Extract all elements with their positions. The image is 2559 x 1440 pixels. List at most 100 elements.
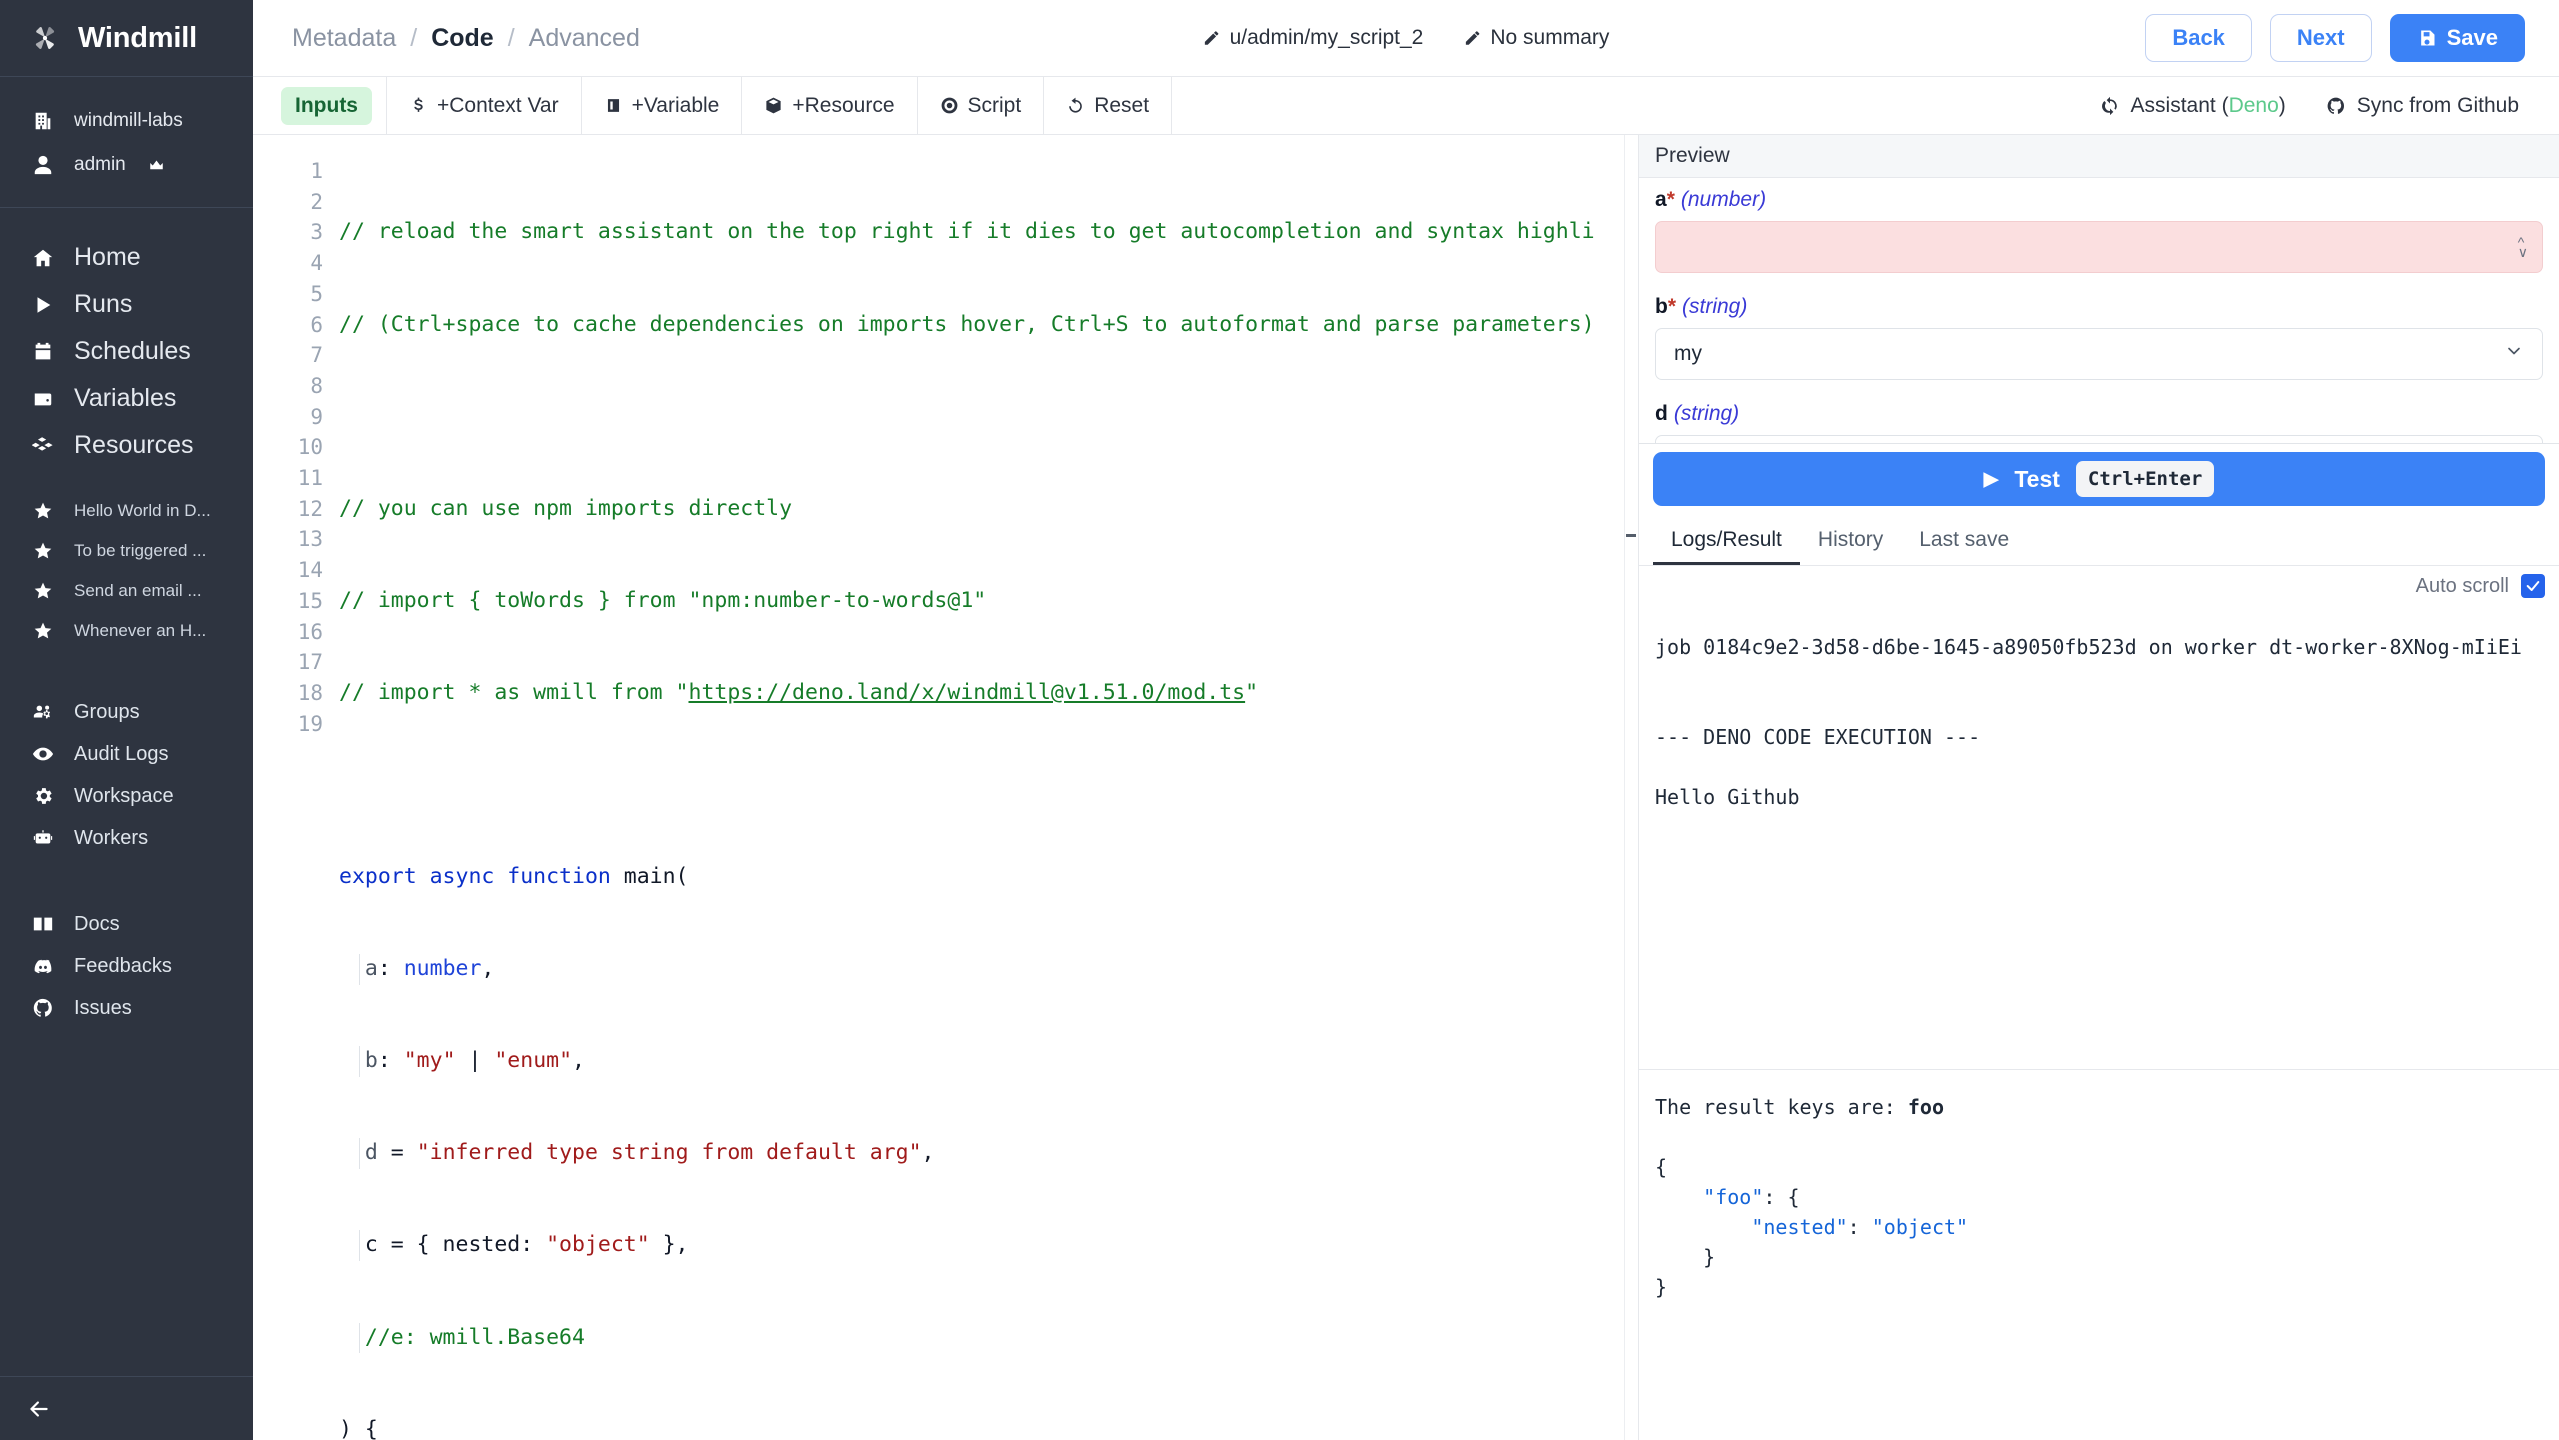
calendar-icon [30,339,56,365]
script-button[interactable]: Script [918,77,1045,134]
log-line-0: job 0184c9e2-3d58-d6be-1645-a89050fb523d… [1655,635,2522,659]
star-icon [30,498,56,524]
result-header-prefix: The result keys are: [1655,1095,1908,1119]
code-line-14: ) { [339,1415,1638,1440]
field-a: a*(number) ^∨ [1655,188,2543,273]
sidebar-item-home[interactable]: Home [0,234,253,281]
groups-icon [30,699,56,725]
code-line-2: // (Ctrl+space to cache dependencies on … [339,310,1638,341]
sidebar-item-issues[interactable]: Issues [0,987,253,1029]
play-icon: ▶ [1984,468,1999,491]
add-resource-button[interactable]: +Resource [742,77,917,134]
add-variable-button[interactable]: +Variable [582,77,743,134]
line-number: 16 [253,617,323,648]
preview-title: Preview [1639,135,2559,178]
assistant-label: Assistant (Deno) [2131,94,2286,118]
code-line-9: a: number, [339,954,1638,985]
result-json-value-nested: "object" [1872,1215,1968,1239]
tab-history[interactable]: History [1800,518,1901,565]
sync-from-github-button[interactable]: Sync from Github [2326,94,2519,118]
sidebar-item-groups[interactable]: Groups [0,691,253,733]
target-icon [940,96,959,115]
sidebar-item-feedbacks[interactable]: Feedbacks [0,945,253,987]
sidebar-collapse-button[interactable] [0,1376,253,1440]
deno-import-url[interactable]: https://deno.land/x/windmill@v1.51.0/mod… [689,680,1246,705]
test-button[interactable]: ▶ Test Ctrl+Enter [1653,452,2545,506]
breadcrumb-metadata[interactable]: Metadata [292,24,396,53]
scrollbar-marker [1626,534,1636,537]
sidebar-favorites: Hello World in D... To be triggered ... … [0,469,253,651]
sidebar-label-variables: Variables [74,384,176,413]
sidebar-item-schedules[interactable]: Schedules [0,328,253,375]
field-b-select[interactable]: my [1655,328,2543,380]
sidebar-favorite-0[interactable]: Hello World in D... [0,491,253,531]
sidebar-item-workspace-settings[interactable]: Workspace [0,775,253,817]
sidebar-favorite-2[interactable]: Send an email ... [0,571,253,611]
add-context-var-label: +Context Var [437,94,559,118]
sidebar-favorite-label-0: Hello World in D... [74,501,211,521]
assistant-button[interactable]: Assistant (Deno) [2100,94,2286,118]
sidebar-item-docs[interactable]: Docs [0,903,253,945]
code-editor[interactable]: 1 2 3 4 5 6 7 8 9 10 11 12 13 14 15 16 1 [253,135,1639,1440]
breadcrumb-code[interactable]: Code [431,24,494,53]
home-icon [30,245,56,271]
sidebar-item-workers[interactable]: Workers [0,817,253,859]
field-b-required: * [1668,295,1676,318]
assistant-label-text: Assistant ( [2131,94,2229,117]
code-line-7 [339,770,1638,801]
log-line-5: Hello Github [1655,785,1800,809]
log-line-3: --- DENO CODE EXECUTION --- [1655,725,1980,749]
add-context-var-button[interactable]: +Context Var [387,77,582,134]
sidebar-user-label: admin [74,154,126,176]
sidebar-favorite-1[interactable]: To be triggered ... [0,531,253,571]
back-button[interactable]: Back [2145,14,2252,62]
arrow-left-icon [26,1396,52,1422]
breadcrumb-advanced[interactable]: Advanced [529,24,640,53]
editor-content[interactable]: // reload the smart assistant on the top… [323,135,1638,1440]
sidebar-bottom-links: Docs Feedbacks Issues [0,859,253,1029]
sidebar-item-audit-logs[interactable]: Audit Logs [0,733,253,775]
code-line-13: //e: wmill.Base64 [339,1323,1638,1354]
code-line-6-prefix: // import * as wmill from " [339,680,689,705]
building-icon [30,108,56,134]
script-path-text: u/admin/my_script_2 [1230,26,1424,50]
sidebar-favorite-3[interactable]: Whenever an H... [0,611,253,651]
result-tabs: Logs/Result History Last save [1639,518,2559,566]
editor-scrollbar[interactable] [1624,135,1638,1440]
reset-button[interactable]: Reset [1044,77,1172,134]
number-stepper-icon[interactable]: ^∨ [2518,237,2528,257]
chevron-down-icon [2504,341,2524,367]
sidebar-label-resources: Resources [74,431,194,460]
tab-last-save[interactable]: Last save [1901,518,2027,565]
field-d-input[interactable]: inferred type string from default arg [1655,435,2543,443]
field-a-input[interactable]: ^∨ [1655,221,2543,273]
save-button[interactable]: Save [2390,14,2525,62]
body-split: 1 2 3 4 5 6 7 8 9 10 11 12 13 14 15 16 1 [253,135,2559,1440]
sidebar-item-workspace[interactable]: windmill-labs [0,99,253,143]
field-b-type: (string) [1682,295,1747,318]
add-variable-label: +Variable [632,94,720,118]
line-number: 7 [253,340,323,371]
sidebar-item-resources[interactable]: Resources [0,422,253,469]
script-summary-editor[interactable]: No summary [1463,26,1609,50]
script-path-editor[interactable]: u/admin/my_script_2 [1203,26,1424,50]
breadcrumb-separator: / [508,24,515,53]
user-icon [30,152,56,178]
auto-scroll-checkbox[interactable] [2521,574,2545,598]
sidebar-item-variables[interactable]: Variables [0,375,253,422]
line-number: 10 [253,432,323,463]
assistant-lang: Deno [2229,94,2279,117]
reset-icon [1066,96,1085,115]
top-bar: Metadata / Code / Advanced u/admin/my_sc… [253,0,2559,77]
sidebar-label-workers: Workers [74,827,148,850]
sidebar-brand[interactable]: Windmill [0,0,253,77]
inputs-button[interactable]: Inputs [281,87,372,125]
save-disk-icon [2417,28,2437,48]
code-line-5: // import { toWords } from "npm:number-t… [339,586,1638,617]
sidebar-item-runs[interactable]: Runs [0,281,253,328]
sidebar-item-user[interactable]: admin [0,143,253,187]
main-region: Metadata / Code / Advanced u/admin/my_sc… [253,0,2559,1440]
next-button[interactable]: Next [2270,14,2372,62]
breadcrumb-separator: / [410,24,417,53]
tab-logs-result[interactable]: Logs/Result [1653,518,1800,565]
